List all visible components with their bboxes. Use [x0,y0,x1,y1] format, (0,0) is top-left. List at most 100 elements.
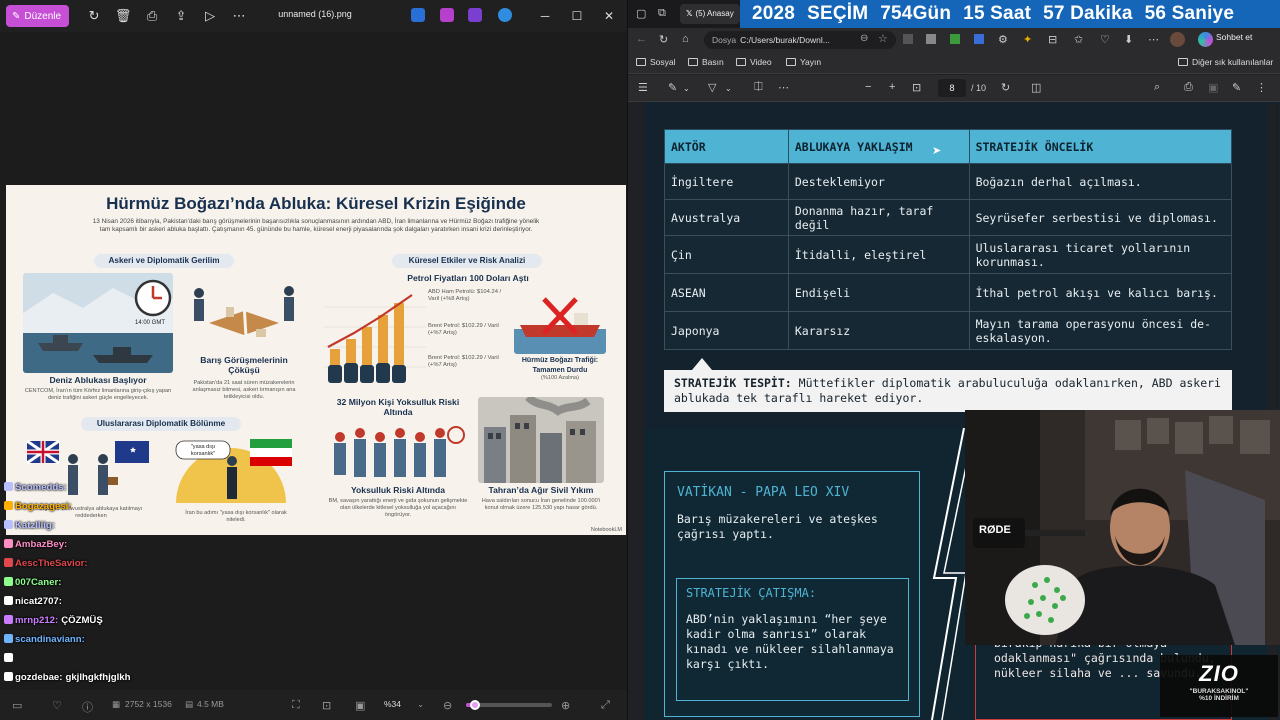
share-icon[interactable]: ⇪ [170,5,192,27]
extension-icon-2[interactable] [926,34,936,44]
zoom-slider[interactable] [466,700,552,710]
section-global: Küresel Etkiler ve Risk Analizi [392,254,542,268]
more-icon[interactable]: ⋯ [1148,33,1159,46]
tab-actions-icon[interactable]: ⧉ [658,7,666,20]
slideshow-icon[interactable]: ▷ [199,5,221,27]
chat-username[interactable]: nicat2707: [15,596,62,607]
more-icon[interactable]: ⋯ [228,5,250,27]
app-icon-2[interactable] [440,8,454,22]
chat-username[interactable]: scandinaviann: [15,634,85,645]
extension-icon-1[interactable] [903,34,913,44]
table-cell: Desteklemiyor [787,163,970,200]
home-icon[interactable]: ⌂ [682,33,689,45]
app-icon-1[interactable] [411,8,425,22]
conflict-box: STRATEJİK ÇATIŞMA: ABD’nin yaklaşımını “… [676,578,909,701]
blockade-heading: Deniz Ablukası Başlıyor [49,375,147,385]
save-as-icon[interactable]: ✎ [1232,81,1241,94]
tanker-illustration [514,289,606,354]
chat-username[interactable]: AescTheSavior: [15,558,88,569]
edit-button[interactable]: ✎ Düzenle [6,5,70,27]
sponsor-logo-text: ZIO [1199,661,1239,686]
workspaces-icon[interactable]: ▢ [636,7,646,20]
favorites-icon[interactable]: ✩ [1074,33,1083,46]
fullscreen-icon[interactable]: ⤢ [601,699,610,712]
zoom-out-icon[interactable]: ⊖ [443,699,452,712]
reload-icon[interactable]: ↻ [659,33,668,46]
collections-icon[interactable]: ♡ [1100,33,1110,46]
back-icon[interactable]: ← [636,33,647,45]
extensions-gear-icon[interactable]: ⚙ [998,33,1008,46]
page-number-input[interactable]: 8 [938,79,966,97]
chat-username[interactable]: mrnp212: [15,615,58,626]
downloads-icon[interactable]: ⬇ [1124,33,1133,46]
filmstrip-icon[interactable]: ▭ [12,699,22,712]
chat-username[interactable]: 007Caner: [15,577,61,588]
chat-badge-icon [4,501,13,510]
zoom-out-icon[interactable]: − [865,81,871,93]
countdown-part: 56 Saniye [1144,3,1235,24]
extension-icon-3[interactable] [950,34,960,44]
oil-heading: Petrol Fiyatları 100 Doları Aştı [407,273,529,283]
oil-price-1: ABD Ham Petrolü: $104.24 / Varil (+%8 Ar… [428,289,502,302]
delete-icon[interactable]: 🗑 [112,5,134,27]
more-tools-icon[interactable]: ⋯ [778,81,789,94]
poverty-heading: 32 Milyon Kişi Yoksulluk Riski Altında [336,397,460,417]
chevron-down-icon[interactable]: ⌄ [725,84,732,93]
table-row: Japonya Kararsız Mayın tarama operasyonu ö… [664,311,1233,350]
chat-username[interactable]: KatzIliig: [15,520,55,531]
chat-username[interactable]: Bogazagesi: [15,501,72,512]
split-screen-icon[interactable]: ⊟ [1048,33,1057,46]
save-icon[interactable]: ▣ [1208,81,1218,94]
print-icon[interactable]: ⎙ [1184,81,1193,94]
more-icon[interactable]: ⋮ [1256,81,1267,94]
rotate-icon[interactable]: ↻ [1001,81,1010,94]
table-cell: İngiltere [664,163,789,200]
favorite-icon[interactable]: ♡ [52,699,62,712]
avatar[interactable] [1170,32,1185,47]
chevron-down-icon[interactable]: ⌄ [683,84,690,93]
maximize-icon[interactable]: ☐ [567,6,587,26]
folder-icon [786,58,796,66]
fit-icon[interactable]: ⊡ [322,699,331,712]
highlight-icon[interactable]: ▽ [708,81,716,94]
print-icon[interactable]: ⎙ [141,5,163,27]
zoom-slider-thumb[interactable] [469,700,480,710]
chat-username[interactable]: AmbazBey: [15,539,67,550]
tab-x[interactable]: 𝕏 (5) Anasay [680,4,740,24]
bookmark-yayin[interactable]: Yayın [786,57,821,67]
favorite-star-icon[interactable]: ☆ [878,32,888,45]
translate-icon[interactable] [974,34,984,44]
crop-icon[interactable]: ⛶ [292,699,300,712]
oil-price-illustration [324,287,426,385]
extension-icon-4[interactable]: ✦ [1023,33,1032,46]
draw-icon[interactable]: ✎ [668,81,677,94]
chat-username[interactable]: gozdebae: [15,672,62,683]
zoom-level[interactable]: %34 [384,699,401,709]
copilot-icon[interactable] [1198,32,1213,47]
rotate-icon[interactable]: ↻ [83,5,105,27]
minimize-icon[interactable]: ─ [535,6,555,26]
actual-size-icon[interactable]: ▣ [355,699,365,712]
onedrive-icon[interactable] [498,8,512,22]
other-bookmarks[interactable]: Diğer sık kullanılanlar [1178,57,1273,67]
url-text: C:/Users/burak/Downl... [740,35,830,45]
chat-username[interactable]: Scomedds: [15,482,67,493]
search-icon[interactable]: ⌕ [1154,81,1160,94]
zoom-page-icon[interactable]: ⊖ [860,33,868,44]
zoom-in-icon[interactable]: ⊕ [561,699,570,712]
app-icon-3[interactable] [468,8,482,22]
contents-icon[interactable]: ☰ [638,81,648,94]
text-icon[interactable]: ⎅ [754,81,763,94]
zoom-in-icon[interactable]: + [889,81,895,93]
chat-badge-icon [4,520,13,529]
chevron-down-icon[interactable]: ⌄ [417,699,424,710]
chat-button[interactable]: Sohbet et [1216,32,1252,42]
bookmark-basin[interactable]: Basın [688,57,724,67]
close-icon[interactable]: ✕ [599,6,619,26]
table-cell: Uluslararası ticaret yollarının korunmas… [968,235,1233,274]
bookmark-sosyal[interactable]: Sosyal [636,57,676,67]
bookmark-video[interactable]: Video [736,57,772,67]
fit-page-icon[interactable]: ⊡ [912,81,921,94]
page-view-icon[interactable]: ◫ [1031,81,1041,94]
info-icon[interactable]: ⓘ [82,699,93,715]
